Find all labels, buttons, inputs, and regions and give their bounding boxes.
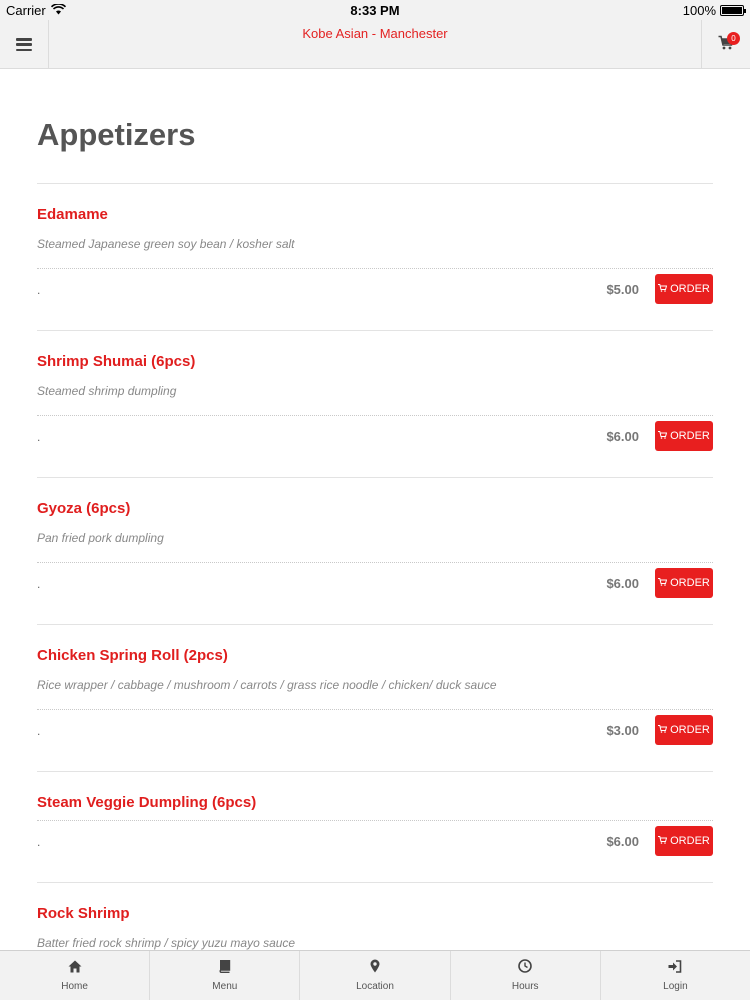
item-description: Rice wrapper / cabbage / mushroom / carr…	[37, 678, 497, 692]
cart-button[interactable]: 0	[701, 20, 750, 69]
item-order-row: . $3.00 ORDER	[37, 709, 713, 771]
battery-icon	[720, 5, 746, 16]
tab-label: Menu	[212, 980, 238, 992]
tab-location[interactable]: Location	[300, 951, 451, 1000]
item-description: Steamed shrimp dumpling	[37, 384, 177, 398]
menu-item: Chicken Spring Roll (2pcs) Rice wrapper …	[37, 625, 713, 772]
book-icon	[218, 959, 231, 978]
tab-hours[interactable]: Hours	[451, 951, 601, 1000]
item-price: $6.00	[606, 429, 639, 444]
item-order-row: . $6.00 ORDER	[37, 820, 713, 882]
item-dot: .	[37, 835, 41, 849]
item-name: Chicken Spring Roll (2pcs)	[37, 647, 228, 664]
hamburger-icon	[16, 38, 32, 51]
item-price: $6.00	[606, 834, 639, 849]
item-dot: .	[37, 577, 41, 591]
cart-icon	[658, 724, 668, 736]
order-button[interactable]: ORDER	[655, 568, 713, 598]
sign-in-icon	[668, 959, 682, 978]
menu-item: Shrimp Shumai (6pcs) Steamed shrimp dump…	[37, 331, 713, 478]
menu-button[interactable]	[0, 20, 49, 69]
cart-icon	[658, 835, 668, 847]
item-price: $6.00	[606, 576, 639, 591]
tab-label: Hours	[511, 981, 539, 992]
item-name: Gyoza (6pcs)	[37, 500, 131, 517]
section-title: Appetizers	[37, 117, 196, 152]
item-name: Edamame	[37, 206, 108, 223]
item-dot: .	[37, 283, 41, 297]
status-bar: Carrier 8:33 PM 100%	[0, 0, 750, 20]
order-button-label: ORDER	[670, 724, 710, 736]
order-button-label: ORDER	[670, 430, 710, 442]
cart-icon	[658, 283, 668, 295]
item-dot: .	[37, 724, 41, 738]
map-pin-icon	[370, 959, 380, 978]
order-button-label: ORDER	[670, 283, 710, 295]
order-button-label: ORDER	[670, 577, 710, 589]
tab-home[interactable]: Home	[0, 951, 151, 1000]
battery-percent: 100%	[682, 3, 716, 18]
menu-item: Steam Veggie Dumpling (6pcs) . $6.00 ORD…	[37, 772, 713, 883]
item-description: Steamed Japanese green soy bean / kosher…	[37, 237, 295, 251]
item-description: Pan fried pork dumpling	[37, 531, 164, 545]
menu-content: Appetizers Edamame Steamed Japanese gree…	[37, 69, 713, 967]
order-button[interactable]: ORDER	[655, 826, 713, 856]
status-time: 8:33 PM	[350, 3, 400, 18]
item-order-row: . $5.00 ORDER	[37, 268, 713, 330]
order-button[interactable]: ORDER	[655, 274, 713, 304]
cart-icon	[658, 577, 668, 589]
clock-icon	[518, 959, 533, 978]
page-title: Kobe Asian - Manchester	[302, 26, 448, 41]
tab-login[interactable]: Login	[601, 951, 750, 1000]
item-name: Rock Shrimp	[37, 905, 130, 922]
menu-item: Edamame Steamed Japanese green soy bean …	[37, 184, 713, 331]
item-name: Steam Veggie Dumpling (6pcs)	[37, 794, 257, 811]
nav-header: Kobe Asian - Manchester 0	[0, 20, 750, 69]
item-name: Shrimp Shumai (6pcs)	[37, 353, 196, 370]
cart-count-badge: 0	[727, 32, 740, 45]
item-price: $3.00	[606, 723, 639, 738]
home-icon	[68, 960, 82, 978]
order-button[interactable]: ORDER	[655, 421, 713, 451]
menu-item: Gyoza (6pcs) Pan fried pork dumpling . $…	[37, 478, 713, 625]
tab-label: Location	[356, 981, 394, 992]
item-price: $5.00	[606, 282, 639, 297]
item-dot: .	[37, 430, 41, 444]
tab-menu[interactable]: Menu	[150, 951, 301, 1000]
cart-icon	[658, 430, 668, 442]
bottom-tab-bar: Home Menu Location Hours Login	[0, 950, 750, 1000]
tab-label: Home	[61, 980, 88, 992]
order-button-label: ORDER	[670, 835, 710, 847]
status-right: 100%	[682, 3, 746, 18]
order-button[interactable]: ORDER	[655, 715, 713, 745]
item-order-row: . $6.00 ORDER	[37, 415, 713, 477]
tab-label: Login	[663, 980, 688, 992]
item-order-row: . $6.00 ORDER	[37, 562, 713, 624]
